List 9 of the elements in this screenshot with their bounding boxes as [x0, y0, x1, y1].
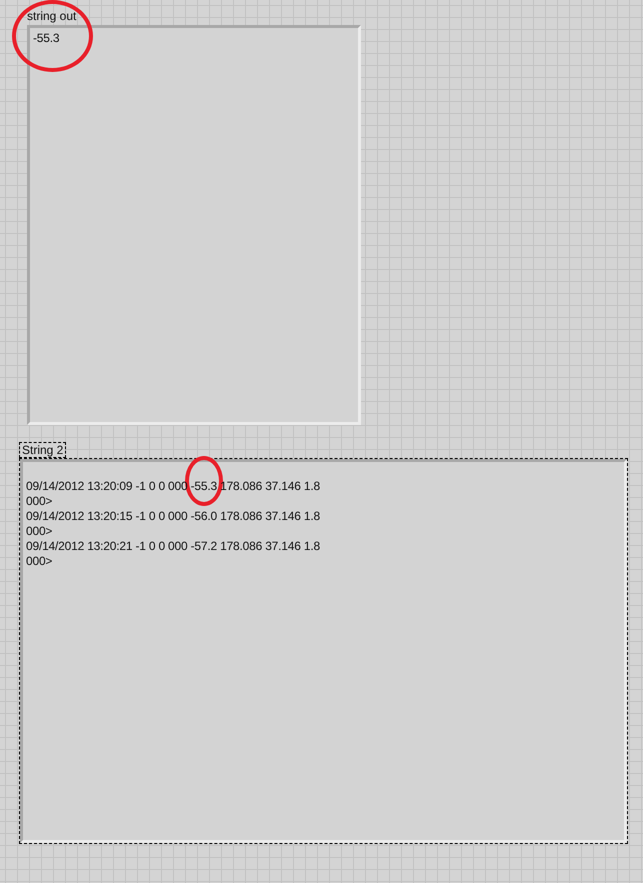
text-line: 09/14/2012 13:20:21 -1 0 0 000 -57.2 178.086 37.146 1.8 [26, 539, 321, 554]
text-line: 000> [26, 554, 54, 569]
text-line: 000> [26, 494, 54, 509]
text-line: -55.3 [33, 31, 60, 46]
indicator-label: String 2 [19, 442, 66, 458]
indicator-label: string out [27, 9, 76, 23]
string-indicator[interactable]: -55.3 [27, 25, 361, 425]
text-line: 000> [26, 524, 54, 539]
text-line: 09/14/2012 13:20:15 -1 0 0 000 -56.0 178.086 37.146 1.8 [26, 509, 321, 524]
